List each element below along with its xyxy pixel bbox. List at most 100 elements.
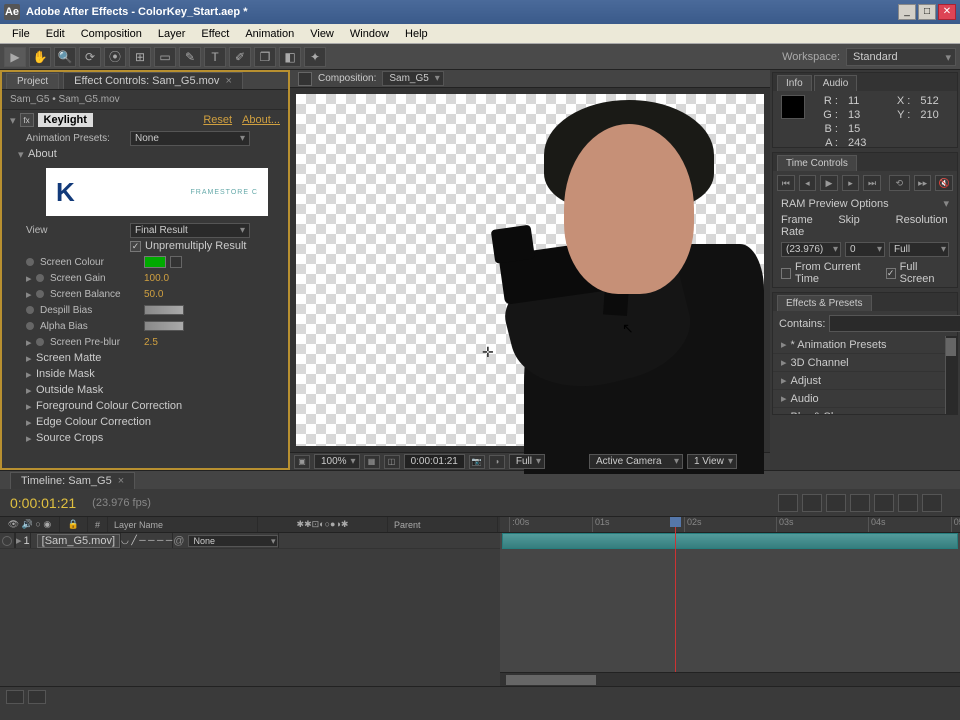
group-fg-cc[interactable]: Foreground Colour Correction [36, 400, 182, 412]
effect-name[interactable]: Keylight [38, 113, 93, 127]
disclosure-icon[interactable]: ▸ [26, 400, 36, 413]
parent-select[interactable]: None [188, 535, 278, 547]
group-screen-matte[interactable]: Screen Matte [36, 352, 101, 364]
zoom-select[interactable]: 100% [314, 454, 360, 469]
shy-icon[interactable] [826, 494, 846, 512]
playhead-cap-icon[interactable] [670, 517, 681, 527]
brainstorm-icon[interactable] [898, 494, 918, 512]
hand-tool-icon[interactable]: ✋ [29, 47, 51, 67]
camera-select[interactable]: Active Camera [589, 454, 683, 469]
layer-duration-bar[interactable] [502, 533, 958, 549]
comp-flowchart-icon[interactable] [778, 494, 798, 512]
stopwatch-icon[interactable] [36, 274, 44, 282]
time-navigator[interactable] [500, 672, 960, 686]
full-screen-checkbox[interactable]: ✓ [886, 268, 896, 279]
resolution-select[interactable]: Full [509, 454, 545, 469]
graph-editor-icon[interactable] [922, 494, 942, 512]
despill-bias-bar[interactable] [144, 305, 184, 315]
skip-select[interactable]: 0 [845, 242, 885, 257]
scrollbar-thumb[interactable] [946, 338, 956, 356]
current-time-display[interactable]: 0:00:01:21 [404, 454, 465, 469]
disclosure-icon[interactable]: ▸ [26, 352, 36, 365]
always-preview-icon[interactable]: ▣ [294, 455, 310, 469]
scrollbar[interactable] [945, 336, 957, 414]
reset-link[interactable]: Reset [203, 114, 232, 126]
first-frame-button[interactable]: ⏮ [777, 175, 795, 191]
toggle-modes-icon[interactable] [28, 690, 46, 704]
close-button[interactable]: ✕ [938, 4, 956, 20]
stopwatch-icon[interactable] [26, 322, 34, 330]
screen-gain-value[interactable]: 100.0 [144, 273, 169, 284]
mute-button[interactable]: 🔇 [935, 175, 953, 191]
workspace-select[interactable]: Standard [846, 48, 956, 66]
screen-balance-value[interactable]: 50.0 [144, 289, 163, 300]
eraser-tool-icon[interactable]: ◧ [279, 47, 301, 67]
mask-icon[interactable]: ◫ [384, 455, 400, 469]
eyedropper-icon[interactable] [170, 256, 182, 268]
time-ruler[interactable]: :00s 01s 02s 03s 04s 05s [500, 517, 960, 533]
prev-frame-button[interactable]: ◂ [799, 175, 817, 191]
alpha-bias-bar[interactable] [144, 321, 184, 331]
frame-blend-icon[interactable] [850, 494, 870, 512]
channel-icon[interactable]: ◑ [489, 455, 505, 469]
menu-animation[interactable]: Animation [237, 26, 302, 42]
disclosure-icon[interactable]: ▸ [26, 416, 36, 429]
pan-behind-tool-icon[interactable]: ⊞ [129, 47, 151, 67]
disclosure-icon[interactable]: ▸ [26, 432, 36, 445]
disclosure-icon[interactable]: ▾ [10, 114, 16, 127]
ram-dropdown-icon[interactable]: ▾ [943, 197, 949, 210]
stopwatch-icon[interactable] [26, 258, 34, 266]
menu-file[interactable]: File [4, 26, 38, 42]
comp-select[interactable]: Sam_G5 [382, 71, 443, 86]
tab-project[interactable]: Project [6, 73, 59, 89]
rotate-tool-icon[interactable]: ⟳ [79, 47, 101, 67]
group-inside-mask[interactable]: Inside Mask [36, 368, 95, 380]
disclosure-icon[interactable]: ▸ [26, 288, 36, 301]
menu-composition[interactable]: Composition [73, 26, 150, 42]
screen-preblur-value[interactable]: 2.5 [144, 337, 158, 348]
timeline-layer-row[interactable]: ▸1 [Sam_G5.mov] ◡ ╱ ─ ─ ─ ─ @None [0, 533, 500, 549]
clone-tool-icon[interactable]: ❐ [254, 47, 276, 67]
close-tab-icon[interactable]: × [118, 475, 124, 487]
menu-help[interactable]: Help [397, 26, 436, 42]
views-select[interactable]: 1 View [687, 454, 737, 469]
preset-folder[interactable]: ▸3D Channel [773, 354, 957, 372]
about-link[interactable]: About... [242, 114, 280, 126]
timeline-current-time[interactable]: 0:00:01:21 [10, 495, 76, 511]
time-navigator-thumb[interactable] [506, 675, 596, 685]
stopwatch-icon[interactable] [36, 338, 44, 346]
disclosure-icon[interactable]: ▸ [26, 272, 36, 285]
puppet-tool-icon[interactable]: ✦ [304, 47, 326, 67]
group-edge-cc[interactable]: Edge Colour Correction [36, 416, 151, 428]
from-current-checkbox[interactable] [781, 268, 791, 279]
group-outside-mask[interactable]: Outside Mask [36, 384, 103, 396]
next-frame-button[interactable]: ▸ [842, 175, 860, 191]
view-select[interactable]: Final Result [130, 223, 250, 238]
group-source-crops[interactable]: Source Crops [36, 432, 103, 444]
motion-blur-icon[interactable] [874, 494, 894, 512]
screen-colour-swatch[interactable] [144, 256, 166, 268]
draft-3d-icon[interactable] [802, 494, 822, 512]
loop-button[interactable]: ⟲ [889, 175, 910, 191]
tab-info[interactable]: Info [777, 75, 812, 91]
layer-switches[interactable]: ◡ ╱ ─ ─ ─ ─ [121, 533, 173, 548]
disclosure-icon[interactable]: ▸ [26, 368, 36, 381]
type-tool-icon[interactable]: T [204, 47, 226, 67]
preset-folder[interactable]: ▸Blur & Sharpen [773, 408, 957, 414]
toggle-switches-icon[interactable] [6, 690, 24, 704]
tab-audio[interactable]: Audio [814, 75, 858, 91]
snapshot-icon[interactable]: 📷 [469, 455, 485, 469]
ram-resolution-select[interactable]: Full [889, 242, 949, 257]
unpremult-checkbox[interactable]: ✓ [130, 241, 141, 252]
composition-viewer[interactable]: ✛ ↖ [296, 94, 764, 446]
minimize-button[interactable]: _ [898, 4, 916, 20]
disclosure-icon[interactable]: ▾ [18, 148, 28, 161]
maximize-button[interactable]: □ [918, 4, 936, 20]
close-tab-icon[interactable]: × [225, 75, 231, 87]
camera-tool-icon[interactable]: ⦿ [104, 47, 126, 67]
pickwhip-icon[interactable]: @ [173, 535, 184, 547]
playhead[interactable] [675, 517, 676, 686]
timeline-track-area[interactable]: :00s 01s 02s 03s 04s 05s [500, 517, 960, 686]
selection-tool-icon[interactable]: ▶ [4, 47, 26, 67]
tab-timeline[interactable]: Timeline: Sam_G5× [10, 472, 135, 489]
